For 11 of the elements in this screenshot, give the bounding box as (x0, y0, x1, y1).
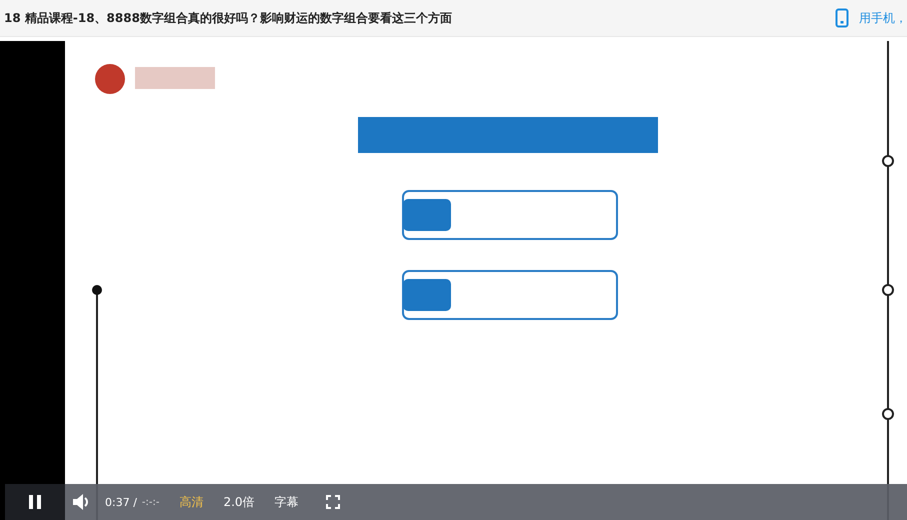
pause-icon (28, 494, 42, 510)
quality-button[interactable]: 高清 (179, 490, 204, 514)
fullscreen-icon (326, 495, 340, 509)
mobile-watch-link[interactable]: 用手机， (859, 10, 907, 26)
duration: -:-:- (142, 496, 160, 508)
phone-icon (835, 8, 849, 28)
current-time: 0:37 / (105, 496, 137, 508)
pause-button[interactable] (5, 484, 65, 520)
subtitles-button[interactable]: 字幕 (274, 490, 299, 514)
speed-button[interactable]: 2.0倍 (223, 490, 255, 514)
video-title: 18 精品课程-18、8888数字组合真的很好吗？影响财运的数字组合要看这三个方面 (4, 10, 452, 26)
